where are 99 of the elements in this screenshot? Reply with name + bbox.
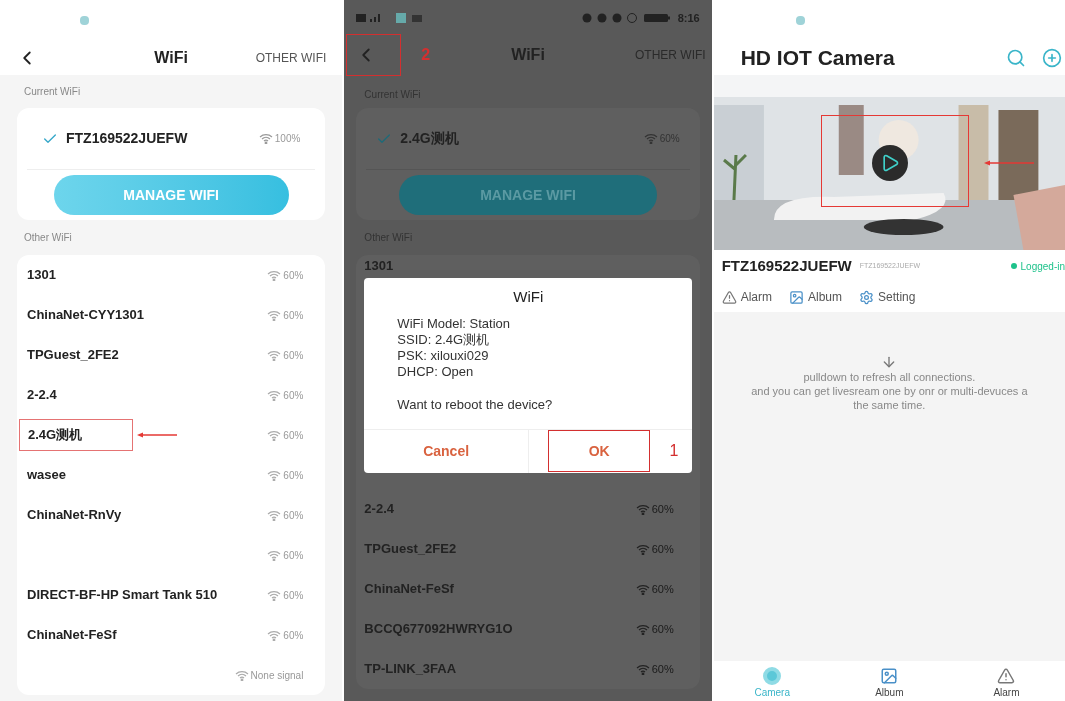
dialog-line: WiFi Model: Station [397,316,512,332]
app-title: HD IOT Camera [740,44,895,71]
dialog-line: PSK: xilouxi029 [397,348,490,364]
wifi-name: ChinaNet-FeSf [364,580,454,599]
wifi-name: ChinaNet-FeSf [27,626,117,645]
signal-text: 60% [283,548,304,563]
dialog-button[interactable]: Cancel [386,430,507,472]
status-text: Logged-in [1020,259,1065,274]
signal-text: 60% [651,501,674,517]
signal-text: 60% [283,508,304,523]
arrow-annotation [983,160,1034,166]
wifi-name: TP-LINK_3FAA [364,660,457,679]
wifi-icon [267,589,282,601]
image-icon [880,667,899,685]
wifi-row[interactable]: 2.4G测机 60% [17,415,326,455]
wifi-icon [267,469,282,481]
wifi-icon [267,269,282,281]
section-label: Other WiFi [24,231,72,245]
wifi-name: ChinaNet-CYY1301 [27,306,145,325]
wifi-name: 2-2.4 [27,386,57,405]
screen-title: WiFi [154,47,188,68]
dialog-button[interactable]: OK [548,430,651,472]
wifi-icon [643,133,658,144]
wifi-icon [635,583,650,595]
signal-text: 60% [651,541,674,557]
wifi-name: wasee [27,466,67,485]
status-icon [795,15,805,25]
wifi-name: 1301 [27,266,56,285]
wifi-name: 2.4G测机 [19,419,134,451]
dialog-question: Want to reboot the device? [397,396,554,414]
arrow-annotation [137,432,178,438]
annotation-number: 1 [669,441,679,461]
signal-text: 60% [651,661,674,677]
wifi-icon [635,543,650,555]
signal-text: 60% [283,388,304,403]
signal-text: 100% [274,132,301,146]
wifi-icon [635,503,650,515]
device-action[interactable]: Setting [859,288,916,306]
other-wifi-button[interactable]: OTHER WIFI [255,48,327,67]
signal-text: 60% [283,308,304,323]
wifi-row[interactable]: ChinaNet-CYY1301 60% [17,295,326,335]
camera-icon [763,667,782,685]
dialog-line: DHCP: Open [397,364,475,380]
dialog-line: SSID: 2.4G测机 [397,332,491,348]
tab[interactable]: Alarm [947,661,1065,701]
signal-text: 60% [283,468,304,483]
section-label: Current WiFi [24,85,81,99]
warning-icon [997,667,1016,685]
wifi-icon [267,509,282,521]
add-icon[interactable] [1042,47,1062,68]
wifi-row[interactable]: 2-2.4 60% [17,375,326,415]
annotation-number: 2 [421,45,431,65]
tab[interactable]: Album [830,661,948,701]
wifi-name: FTZ169522JUEFW [66,129,188,148]
wifi-name: 2.4G测机 [400,129,459,148]
wifi-icon [258,133,273,144]
wifi-row[interactable]: ChinaNet-FeSf 60% [17,615,326,655]
wifi-icon [635,663,650,675]
wifi-row[interactable]: 1301 60% [17,255,326,295]
wifi-name: TPGuest_2FE2 [364,540,457,559]
signal-text: 60% [651,621,674,637]
wifi-icon [267,349,282,361]
wifi-icon [234,669,249,681]
wifi-name: BCCQ677092HWRYG1O [364,620,513,639]
status-icon [80,15,89,25]
wifi-name: TPGuest_2FE2 [27,346,119,365]
wifi-row[interactable]: wasee 60% [17,455,326,495]
status-time: 8:16 [677,10,700,26]
dialog-title: WiFi [513,286,544,307]
warning-icon [721,289,737,305]
wifi-row[interactable]: DIRECT-BF-HP Smart Tank 510 60% [17,575,326,615]
signal-text: 60% [283,428,304,443]
wifi-icon [635,623,650,635]
signal-text: None signal [250,668,304,683]
device-action[interactable]: Album [789,288,843,306]
wifi-row[interactable]: ChinaNet-RnVy 60% [17,495,326,535]
wifi-icon [267,629,282,641]
wifi-name: ChinaNet-RnVy [27,506,122,525]
device-name: FTZ169522JUEFW [721,255,852,276]
hint-text: and you can get livesream one by onr or multi-devuces a [751,384,1028,398]
settings-icon [859,289,875,305]
wifi-name: 1301 [364,259,394,272]
hint-text: pulldown to refresh all connections. [803,370,976,384]
signal-text: 60% [283,348,304,363]
image-icon [789,289,804,305]
wifi-icon [267,309,282,321]
wifi-name: DIRECT-BF-HP Smart Tank 510 [27,586,218,605]
signal-text: 60% [283,628,304,643]
hint-text: the same time. [853,398,926,412]
wifi-icon [267,429,282,441]
signal-text: 60% [283,268,304,283]
device-action[interactable]: Alarm [721,288,772,306]
wifi-row[interactable]: TPGuest_2FE2 60% [17,335,326,375]
signal-text: 60% [283,588,304,603]
wifi-icon [267,389,282,401]
wifi-name: 2-2.4 [364,500,394,519]
signal-text: 60% [651,581,674,597]
search-icon[interactable] [1006,47,1026,68]
wifi-icon [267,549,282,561]
